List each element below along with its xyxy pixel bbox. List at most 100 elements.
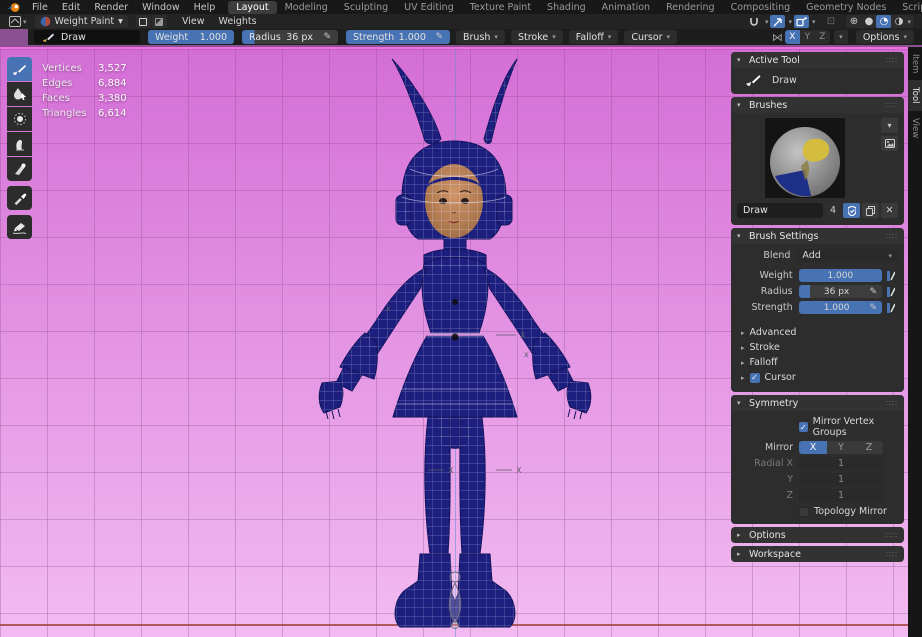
tool-draw-button[interactable] bbox=[7, 57, 32, 81]
tool-smear-button[interactable] bbox=[7, 132, 32, 156]
overlays-icon[interactable]: ⊕ bbox=[846, 15, 861, 28]
panel-grip[interactable]: ∷∷ bbox=[886, 550, 898, 559]
shading-dropdown[interactable]: ▾ bbox=[907, 18, 914, 26]
panel-options-header[interactable]: ▸Options ∷∷ bbox=[731, 527, 904, 543]
weight-slider[interactable]: Weight 1.000 bbox=[148, 30, 234, 44]
weight-unified-icon[interactable] bbox=[884, 269, 898, 282]
snapping-icon[interactable] bbox=[747, 15, 762, 28]
mirror-y-button[interactable]: Y bbox=[800, 30, 815, 44]
blend-dropdown[interactable]: Add▾ bbox=[796, 249, 898, 262]
brush-name-field[interactable]: Draw bbox=[737, 203, 823, 218]
options-dropdown[interactable]: Options▾ bbox=[856, 30, 914, 44]
tool-blur-button[interactable] bbox=[7, 82, 32, 106]
duplicate-brush-button[interactable] bbox=[862, 203, 879, 218]
strength-pressure-icon[interactable]: ✎ bbox=[870, 303, 878, 313]
brush-preview-image[interactable] bbox=[765, 118, 845, 198]
panel-symmetry-header[interactable]: ▾Symmetry ∷∷ bbox=[731, 395, 904, 411]
mode-selector[interactable]: Weight Paint ▾ bbox=[35, 15, 128, 28]
sidebar-weight-slider[interactable]: 1.000 bbox=[799, 269, 882, 282]
subpanel-falloff[interactable]: ▸Falloff bbox=[737, 355, 898, 370]
mirror-more-dropdown[interactable]: ▾ bbox=[834, 30, 848, 44]
workspace-tab-texture-paint[interactable]: Texture Paint bbox=[462, 1, 539, 14]
tool-average-button[interactable] bbox=[7, 107, 32, 131]
radius-pressure-icon[interactable]: ✎ bbox=[870, 287, 878, 297]
strength-pressure-icon[interactable]: ✎ bbox=[435, 32, 443, 42]
panel-grip[interactable]: ∷∷ bbox=[886, 56, 898, 65]
mirror-x-button[interactable]: X bbox=[785, 30, 800, 44]
workspace-tab-geometry-nodes[interactable]: Geometry Nodes bbox=[798, 1, 894, 14]
symmetry-x-button[interactable]: X bbox=[799, 441, 827, 454]
tool-sample-weight-button[interactable] bbox=[7, 186, 32, 210]
panel-brushes-header[interactable]: ▾Brushes ∷∷ bbox=[731, 97, 904, 113]
cursor-dropdown[interactable]: Cursor▾ bbox=[624, 30, 677, 44]
workspace-tab-shading[interactable]: Shading bbox=[539, 1, 594, 14]
panel-brush-settings-header[interactable]: ▾Brush Settings ∷∷ bbox=[731, 228, 904, 244]
brush-users-count[interactable]: 4 bbox=[825, 203, 841, 218]
fake-user-shield-button[interactable] bbox=[843, 203, 860, 218]
menu-file[interactable]: File bbox=[25, 2, 55, 13]
brush-dropdown[interactable]: Brush▾ bbox=[456, 30, 505, 44]
falloff-dropdown[interactable]: Falloff▾ bbox=[569, 30, 619, 44]
gizmo-icon[interactable]: ⊡ bbox=[823, 15, 838, 28]
tool-gradient-button[interactable] bbox=[7, 157, 32, 181]
radius-pressure-icon[interactable]: ✎ bbox=[323, 32, 331, 42]
radial-y-value[interactable]: 1 bbox=[799, 473, 883, 486]
proportional-editing-icon[interactable] bbox=[770, 15, 785, 28]
mirror-vertex-groups-checkbox[interactable]: ✓ bbox=[799, 422, 808, 432]
cursor-checkbox[interactable]: ✓ bbox=[750, 373, 760, 383]
strength-unified-icon[interactable] bbox=[884, 301, 898, 314]
unlink-brush-button[interactable]: ✕ bbox=[881, 203, 898, 218]
menu-view[interactable]: View bbox=[175, 16, 212, 27]
panel-active-tool-header[interactable]: ▾Active Tool ∷∷ bbox=[731, 52, 904, 68]
mirror-z-button[interactable]: Z bbox=[815, 30, 830, 44]
workspace-tab-compositing[interactable]: Compositing bbox=[723, 1, 799, 14]
panel-grip[interactable]: ∷∷ bbox=[886, 531, 898, 540]
stroke-dropdown[interactable]: Stroke▾ bbox=[511, 30, 563, 44]
shading-material-icon[interactable]: ◔ bbox=[876, 15, 891, 28]
radial-x-value[interactable]: 1 bbox=[799, 457, 883, 470]
panel-grip[interactable]: ∷∷ bbox=[886, 232, 898, 241]
radial-z-value[interactable]: 1 bbox=[799, 489, 883, 502]
sidebar-strength-slider[interactable]: 1.000 ✎ bbox=[799, 301, 882, 314]
workspace-tab-uv-editing[interactable]: UV Editing bbox=[396, 1, 462, 14]
radius-slider[interactable]: Radius 36 px ✎ bbox=[242, 30, 338, 44]
panel-grip[interactable]: ∷∷ bbox=[886, 399, 898, 408]
subpanel-cursor[interactable]: ▸ ✓ Cursor bbox=[737, 370, 898, 385]
viewport-canvas[interactable]: X X X x x bbox=[0, 47, 908, 637]
strength-slider[interactable]: Strength 1.000 ✎ bbox=[346, 30, 450, 44]
sidebar-tab-item[interactable]: Item bbox=[908, 47, 922, 80]
symmetry-y-button[interactable]: Y bbox=[827, 441, 855, 454]
vertex-mask-toggle[interactable] bbox=[152, 15, 167, 28]
transform-pivot-icon[interactable] bbox=[794, 15, 809, 28]
panel-grip[interactable]: ∷∷ bbox=[886, 101, 898, 110]
face-mask-toggle[interactable] bbox=[136, 15, 151, 28]
tool-annotate-button[interactable] bbox=[7, 215, 32, 239]
symmetry-z-button[interactable]: Z bbox=[855, 441, 883, 454]
blender-logo-icon[interactable] bbox=[7, 2, 21, 13]
shading-solid-icon[interactable]: ● bbox=[861, 15, 876, 28]
menu-edit[interactable]: Edit bbox=[55, 2, 87, 13]
workspace-tab-animation[interactable]: Animation bbox=[594, 1, 658, 14]
topology-mirror-checkbox[interactable] bbox=[799, 507, 809, 517]
subpanel-stroke[interactable]: ▸Stroke bbox=[737, 340, 898, 355]
workspace-tab-rendering[interactable]: Rendering bbox=[658, 1, 723, 14]
workspace-tab-modeling[interactable]: Modeling bbox=[277, 1, 336, 14]
brush-image-icon[interactable] bbox=[881, 136, 898, 151]
editor-type-button[interactable]: ▾ bbox=[5, 15, 31, 28]
active-tool-button[interactable]: Draw bbox=[34, 30, 140, 44]
brush-list-dropdown[interactable]: ▾ bbox=[881, 118, 898, 133]
menu-render[interactable]: Render bbox=[87, 2, 135, 13]
shading-rendered-icon[interactable]: ◑ bbox=[891, 15, 906, 28]
menu-window[interactable]: Window bbox=[135, 2, 186, 13]
sidebar-radius-slider[interactable]: 36 px ✎ bbox=[799, 285, 882, 298]
panel-workspace-header[interactable]: ▸Workspace ∷∷ bbox=[731, 546, 904, 562]
radius-unified-icon[interactable] bbox=[884, 285, 898, 298]
workspace-tab-scripting[interactable]: Scripting bbox=[894, 1, 922, 14]
menu-weights[interactable]: Weights bbox=[211, 16, 263, 27]
menu-help[interactable]: Help bbox=[187, 2, 223, 13]
workspace-tab-layout[interactable]: Layout bbox=[228, 1, 276, 14]
sidebar-tab-tool[interactable]: Tool bbox=[908, 80, 922, 111]
sidebar-tab-view[interactable]: View bbox=[908, 111, 922, 145]
subpanel-advanced[interactable]: ▸Advanced bbox=[737, 325, 898, 340]
workspace-tab-sculpting[interactable]: Sculpting bbox=[336, 1, 396, 14]
